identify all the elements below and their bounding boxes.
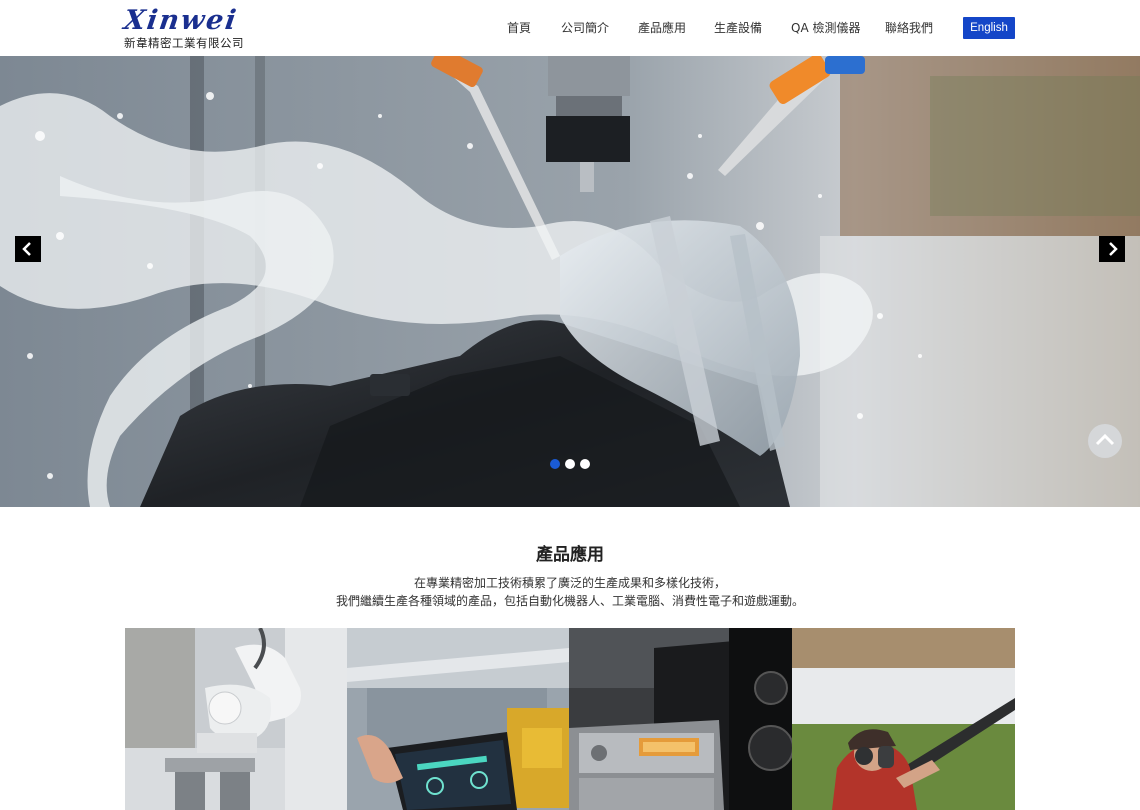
nav-item-qa[interactable]: QA 檢測儀器 [791, 19, 860, 36]
nav-item-about[interactable]: 公司簡介 [561, 19, 609, 36]
site-header: Xinwei 新韋精密工業有限公司 首頁 公司簡介 產品應用 生產設備 QA 檢… [0, 0, 1140, 56]
section-description: 在專業精密加工技術積累了廣泛的生產成果和多樣化技術， 我們繼續生產各種領域的產品… [0, 574, 1140, 610]
english-button[interactable]: English [963, 17, 1015, 39]
hero-carousel [0, 56, 1140, 507]
logo[interactable]: Xinwei 新韋精密工業有限公司 [121, 5, 254, 50]
section-desc-line-1: 在專業精密加工技術積累了廣泛的生產成果和多樣化技術， [413, 576, 726, 590]
product-card-consumer-electronics[interactable] [569, 628, 792, 810]
carousel-prev-button[interactable] [15, 236, 41, 262]
product-card-sports[interactable] [792, 628, 1015, 810]
chevron-right-icon [1109, 242, 1118, 256]
scroll-top-button[interactable] [1088, 424, 1122, 458]
robot-arm-image [125, 628, 347, 810]
clay-shooting-image [792, 628, 1015, 810]
chevron-left-icon [22, 242, 31, 256]
product-cards [125, 628, 1015, 810]
hero-image [0, 56, 1140, 507]
carousel-dot-3[interactable] [580, 459, 590, 469]
company-name: 新韋精密工業有限公司 [124, 36, 244, 50]
carousel-dot-1[interactable] [550, 459, 560, 469]
tablet-monitoring-image [347, 628, 569, 810]
section-title: 產品應用 [536, 545, 604, 565]
product-card-robotics[interactable] [125, 628, 347, 810]
nav-item-home[interactable]: 首頁 [507, 19, 531, 36]
nav-item-products[interactable]: 產品應用 [638, 19, 686, 36]
logo-wordmark: Xinwei [121, 5, 240, 36]
audio-equipment-image [569, 628, 792, 810]
section-desc-line-2: 我們繼續生產各種領域的產品，包括自動化機器人、工業電腦、消費性電子和遊戲運動。 [335, 594, 804, 608]
chevron-up-icon [1095, 433, 1115, 446]
carousel-next-button[interactable] [1099, 236, 1125, 262]
nav-item-contact[interactable]: 聯絡我們 [885, 19, 933, 36]
product-card-industrial-pc[interactable] [347, 628, 569, 810]
nav-item-equipment[interactable]: 生產設備 [714, 19, 762, 36]
carousel-dot-2[interactable] [565, 459, 575, 469]
